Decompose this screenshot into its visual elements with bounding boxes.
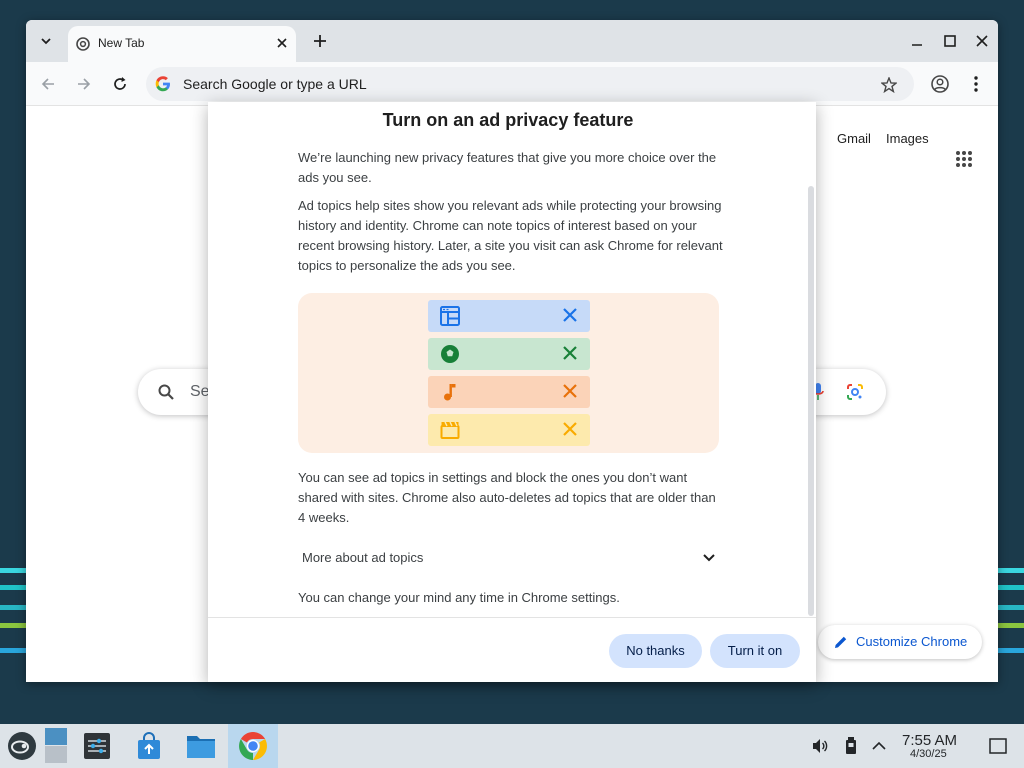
topic-row [428, 376, 590, 408]
dialog-paragraph-change-mind: You can change your mind any time in Chr… [298, 590, 620, 605]
toolbar: Search Google or type a URL [26, 62, 998, 106]
new-tab-button[interactable] [308, 29, 332, 53]
topic-row [428, 300, 590, 332]
ad-topics-illustration [298, 293, 719, 453]
minimize-button[interactable] [906, 30, 928, 52]
customize-chrome-label: Customize Chrome [856, 634, 968, 649]
taskbar-file-manager[interactable] [184, 724, 218, 768]
plus-icon [314, 35, 326, 47]
software-store-bag-icon [138, 732, 160, 759]
dialog-paragraph-settings: You can see ad topics in settings and bl… [298, 470, 716, 525]
topic-row [428, 414, 590, 446]
taskbar: 7:55 AM 4/30/25 [0, 724, 1024, 768]
show-desktop-icon [989, 738, 1007, 754]
folder-icon [187, 736, 215, 758]
clock-time[interactable]: 7:55 AM [902, 732, 957, 749]
gmail-link[interactable]: Gmail [837, 131, 871, 146]
tab-new-tab[interactable]: New Tab [68, 26, 296, 62]
show-desktop-button[interactable] [986, 724, 1010, 768]
search-icon [158, 384, 174, 400]
dialog-scrollbar[interactable] [808, 186, 814, 616]
taskbar-chrome[interactable] [228, 724, 278, 768]
speaker-icon [813, 739, 828, 753]
chevron-down-icon [703, 554, 715, 562]
profile-button[interactable] [928, 72, 952, 96]
no-thanks-button[interactable]: No thanks [609, 634, 702, 668]
tray-expander-button[interactable] [868, 724, 890, 768]
google-apps-button[interactable] [952, 147, 976, 171]
virtual-desktops-pager[interactable] [44, 724, 68, 768]
taskbar-system-settings[interactable] [80, 724, 114, 768]
clapperboard-icon [440, 421, 460, 439]
close-icon [563, 422, 577, 436]
expander-label: More about ad topics [302, 550, 424, 565]
reload-icon [114, 77, 126, 90]
tab-title: New Tab [98, 36, 145, 50]
customize-chrome-button[interactable]: Customize Chrome [818, 625, 982, 659]
pager-desktop-1[interactable] [45, 728, 67, 745]
tab-search-button[interactable] [34, 30, 58, 52]
device-tray-button[interactable] [840, 724, 862, 768]
opensuse-logo-icon [8, 732, 36, 760]
maximize-icon [944, 35, 956, 47]
ad-privacy-dialog: Turn on an ad privacy feature We’re laun… [208, 102, 816, 682]
close-icon [563, 346, 577, 360]
chrome-logo-icon [239, 732, 267, 760]
dialog-paragraph-ad-topics: Ad topics help sites show you relevant a… [298, 198, 723, 273]
chevron-up-icon [872, 741, 886, 750]
chrome-tab-icon [76, 37, 90, 51]
topic-row [428, 338, 590, 370]
close-icon [976, 35, 988, 47]
pager-desktop-2[interactable] [45, 746, 67, 763]
account-icon [931, 75, 949, 93]
tab-strip: New Tab [26, 20, 998, 62]
omnibox[interactable]: Search Google or type a URL [146, 67, 914, 101]
close-window-button[interactable] [971, 30, 993, 52]
turn-it-on-button[interactable]: Turn it on [710, 634, 800, 668]
close-icon [277, 38, 287, 48]
taskbar-discover[interactable] [132, 724, 166, 768]
chevron-down-icon [41, 38, 51, 45]
reload-button[interactable] [108, 72, 132, 96]
soccer-ball-icon [441, 345, 459, 363]
dialog-title: Turn on an ad privacy feature [382, 110, 634, 130]
close-icon [563, 384, 577, 398]
dialog-footer: No thanks Turn it on [208, 617, 816, 682]
menu-button[interactable] [964, 72, 988, 96]
google-lens-icon[interactable] [846, 383, 864, 401]
images-link[interactable]: Images [886, 131, 929, 146]
web-layout-icon [440, 306, 460, 326]
minimize-icon [912, 44, 922, 46]
omnibox-placeholder: Search Google or type a URL [183, 76, 367, 92]
forward-button[interactable] [72, 72, 96, 96]
maximize-button[interactable] [939, 30, 961, 52]
volume-tray-button[interactable] [808, 724, 832, 768]
star-icon [881, 77, 897, 93]
dialog-paragraph-intro: We’re launching new privacy features tha… [298, 150, 717, 185]
close-icon [563, 308, 577, 322]
back-button[interactable] [36, 72, 60, 96]
tab-close-button[interactable] [274, 35, 290, 51]
system-settings-icon [84, 733, 110, 759]
back-arrow-icon [41, 78, 54, 90]
apps-grid-icon [956, 151, 972, 167]
bookmark-star-button[interactable] [878, 74, 900, 96]
more-vert-icon [974, 76, 978, 92]
clock-date[interactable]: 4/30/25 [910, 748, 947, 760]
application-launcher[interactable] [4, 724, 40, 768]
pencil-icon [835, 636, 847, 648]
music-note-icon [444, 384, 456, 401]
forward-arrow-icon [78, 78, 91, 90]
google-g-icon [155, 76, 170, 92]
removable-device-icon [846, 737, 856, 754]
more-about-ad-topics-expander[interactable]: More about ad topics [298, 544, 723, 572]
ntp-search-placeholder: Se [190, 383, 210, 400]
